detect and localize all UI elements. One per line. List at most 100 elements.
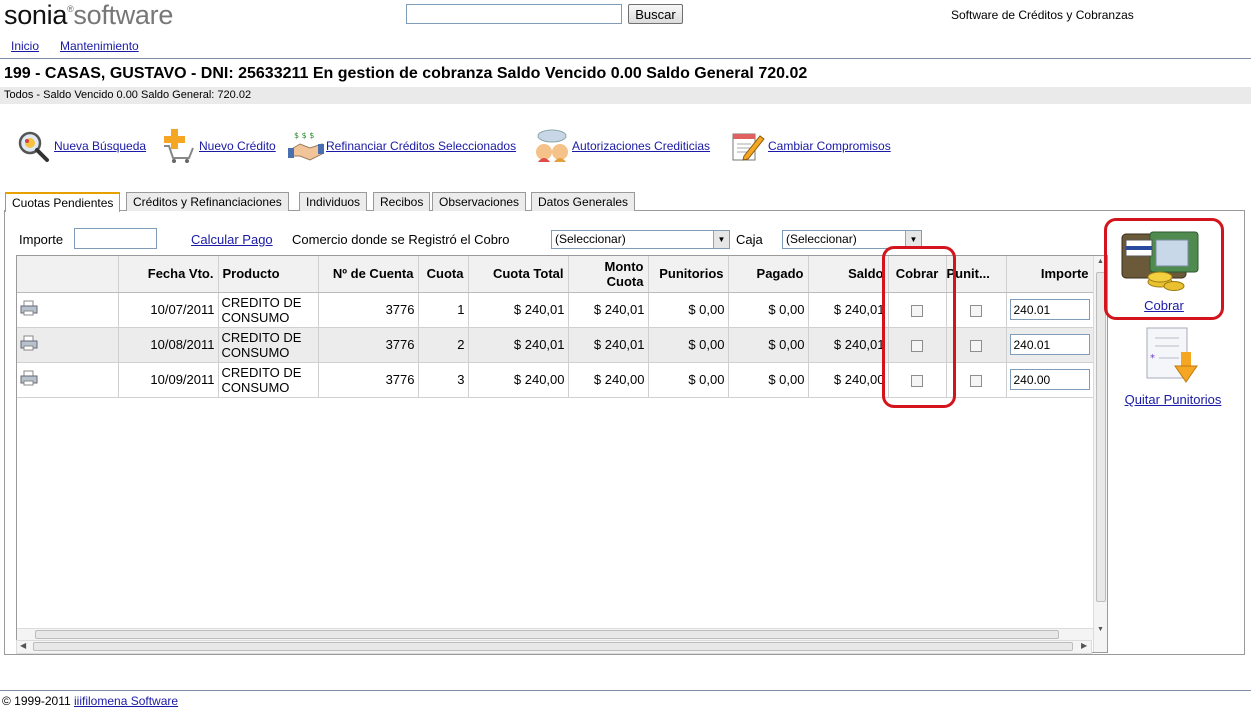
horizontal-scroll-thumb[interactable]	[35, 630, 1059, 639]
scroll-right-icon[interactable]: ▶	[1081, 641, 1087, 650]
monto-cuota-cell: $ 240,00	[568, 362, 649, 398]
svg-text:*: *	[1150, 353, 1155, 364]
col-cuota-total[interactable]: Cuota Total	[468, 256, 569, 293]
print-cell	[17, 292, 119, 328]
col-monto-cuota-line1: Monto	[604, 258, 644, 274]
action-refinanciar[interactable]: $ $ $ Refinanciar Créditos Seleccionados	[288, 127, 516, 165]
horizontal-scroll-thumb-outer[interactable]	[33, 642, 1073, 651]
comercio-select[interactable]: (Seleccionar) ▼	[551, 230, 730, 249]
vertical-scroll-thumb[interactable]	[1096, 272, 1106, 602]
client-summary: Todos - Saldo Vencido 0.00 Saldo General…	[0, 87, 1251, 104]
punit-checkbox[interactable]	[970, 304, 982, 317]
remove-penalty-icon[interactable]: *	[1143, 326, 1203, 386]
producto-cell: CREDITO DE CONSUMO	[218, 292, 319, 328]
nuevo-credito-link[interactable]: Nuevo Crédito	[199, 139, 276, 153]
action-nueva-busqueda[interactable]: Nueva Búsqueda	[16, 127, 146, 165]
monto-cuota-cell: $ 240,01	[568, 327, 649, 363]
caja-label: Caja	[736, 232, 763, 247]
punit-checkbox[interactable]	[970, 374, 982, 387]
search-input[interactable]	[406, 4, 622, 24]
tab-creditos[interactable]: Créditos y Refinanciaciones	[126, 192, 289, 211]
scroll-down-icon[interactable]: ▼	[1097, 626, 1104, 633]
punitorios-cell: $ 0,00	[648, 327, 729, 363]
nav-inicio[interactable]: Inicio	[11, 39, 39, 53]
pagado-cell: $ 0,00	[728, 292, 809, 328]
col-printer	[17, 256, 119, 293]
tab-datos-generales[interactable]: Datos Generales	[531, 192, 636, 211]
col-producto[interactable]: Producto	[218, 256, 319, 293]
printer-icon[interactable]	[20, 370, 38, 386]
col-saldo[interactable]: Saldo	[808, 256, 889, 293]
company-link[interactable]: iiifilomena Software	[74, 694, 178, 708]
pagado-cell: $ 0,00	[728, 362, 809, 398]
cuota-cell: 1	[418, 292, 469, 328]
saldo-cell: $ 240,01	[808, 292, 889, 328]
autorizaciones-link[interactable]: Autorizaciones Crediticias	[572, 139, 710, 153]
scroll-left-icon[interactable]: ◀	[20, 641, 26, 650]
fecha-cell: 10/07/2011	[118, 292, 219, 328]
copyright-text: © 1999-2011	[2, 694, 71, 708]
nav-mantenimiento[interactable]: Mantenimiento	[60, 39, 139, 53]
action-autorizaciones[interactable]: Autorizaciones Crediticias	[534, 127, 710, 165]
importe-cell	[1006, 362, 1094, 398]
action-nuevo-credito[interactable]: Nuevo Crédito	[161, 127, 276, 165]
magnifier-icon	[16, 128, 52, 164]
punit-checkbox[interactable]	[970, 339, 982, 352]
horizontal-scrollbar[interactable]	[17, 628, 1093, 640]
importe-row-input[interactable]	[1009, 334, 1090, 355]
footer: © 1999-2011 iiifilomena Software	[2, 694, 178, 708]
col-punitorios[interactable]: Punitorios	[648, 256, 729, 293]
tab-observaciones[interactable]: Observaciones	[432, 192, 527, 211]
col-importe[interactable]: Importe	[1006, 256, 1094, 293]
fecha-cell: 10/09/2011	[118, 362, 219, 398]
footer-divider	[0, 690, 1251, 691]
cobrar-column-highlight	[882, 246, 956, 408]
search-button[interactable]: Buscar	[628, 4, 683, 24]
action-cambiar-compromisos[interactable]: Cambiar Compromisos	[730, 127, 891, 165]
divider	[0, 58, 1251, 59]
col-fecha[interactable]: Fecha Vto.	[118, 256, 219, 293]
importe-cell	[1006, 327, 1094, 363]
logo: sonia®software	[4, 0, 174, 30]
col-cuota[interactable]: Cuota	[418, 256, 469, 293]
tagline: Software de Créditos y Cobranzas	[951, 8, 1134, 22]
producto-line1: CREDITO DE	[221, 364, 302, 380]
cuota-cell: 3	[418, 362, 469, 398]
quitar-punitorios-link[interactable]: Quitar Punitorios	[1112, 392, 1234, 407]
tab-recibos[interactable]: Recibos	[373, 192, 431, 211]
calcular-pago-link[interactable]: Calcular Pago	[191, 232, 273, 247]
importe-row-input[interactable]	[1009, 369, 1090, 390]
refinanciar-link[interactable]: Refinanciar Créditos Seleccionados	[326, 139, 516, 153]
importe-cell	[1006, 292, 1094, 328]
scroll-up-icon[interactable]: ▲	[1097, 258, 1104, 265]
printer-icon[interactable]	[20, 335, 38, 351]
importe-label: Importe	[19, 232, 64, 247]
nueva-busqueda-link[interactable]: Nueva Búsqueda	[54, 139, 146, 153]
cobrar-link[interactable]: Cobrar	[1104, 298, 1224, 313]
importe-row-input[interactable]	[1009, 299, 1090, 320]
print-cell	[17, 362, 119, 398]
printer-icon[interactable]	[20, 300, 38, 316]
producto-line1: CREDITO DE	[221, 329, 302, 345]
cuota-total-cell: $ 240,00	[468, 362, 569, 398]
users-chat-icon	[534, 128, 570, 164]
col-cuenta[interactable]: Nº de Cuenta	[318, 256, 419, 293]
cambiar-compromisos-link[interactable]: Cambiar Compromisos	[768, 139, 891, 153]
col-pagado[interactable]: Pagado	[728, 256, 809, 293]
tab-individuos[interactable]: Individuos	[299, 192, 368, 211]
svg-text:$ $ $: $ $ $	[294, 131, 314, 140]
horizontal-scrollbar-outer[interactable]: ◀ ▶	[16, 640, 1092, 654]
col-monto-cuota-line2: Cuota	[606, 273, 644, 289]
chevron-down-icon: ▼	[713, 231, 729, 248]
wallet-coins-icon[interactable]	[1116, 228, 1208, 294]
cuenta-cell: 3776	[318, 362, 419, 398]
producto-line2: CONSUMO	[221, 379, 290, 395]
cuenta-cell: 3776	[318, 327, 419, 363]
importe-input[interactable]	[74, 228, 157, 249]
saldo-cell: $ 240,01	[808, 327, 889, 363]
cuota-total-cell: $ 240,01	[468, 327, 569, 363]
monto-cuota-cell: $ 240,01	[568, 292, 649, 328]
col-monto-cuota[interactable]: Monto Cuota	[568, 256, 649, 293]
tab-cuotas-pendientes[interactable]: Cuotas Pendientes	[5, 192, 121, 212]
producto-cell: CREDITO DE CONSUMO	[218, 362, 319, 398]
